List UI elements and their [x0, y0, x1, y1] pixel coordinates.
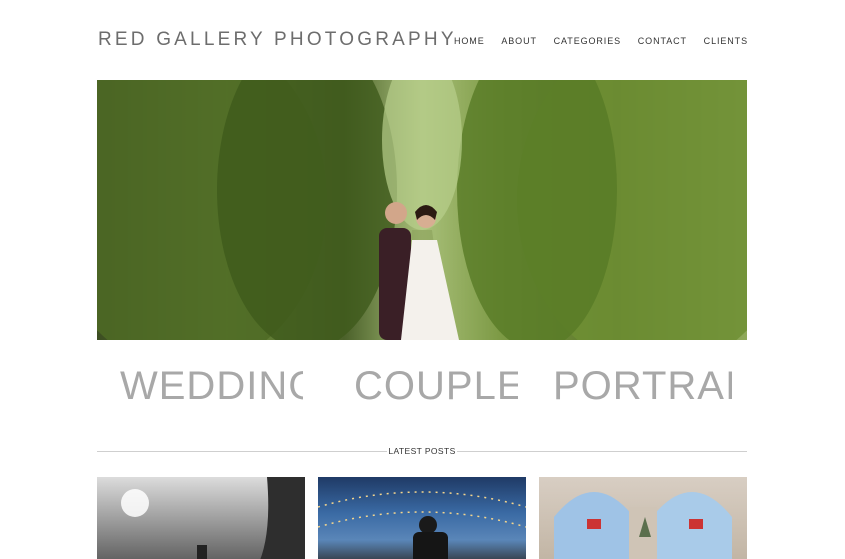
category-portraits[interactable]: PORTRAITS [553, 362, 732, 412]
post-thumbnail[interactable] [97, 477, 305, 559]
latest-posts-divider: LATEST POSTS [97, 446, 747, 458]
post-thumbnail[interactable] [539, 477, 747, 559]
post-thumbnail[interactable] [318, 477, 526, 559]
main-nav: HOME ABOUT CATEGORIES CONTACT CLIENTS [454, 36, 748, 46]
category-row: WEDDINGS COUPLES PORTRAITS [98, 362, 748, 412]
hero-image [97, 80, 747, 340]
nav-clients[interactable]: CLIENTS [704, 36, 748, 46]
site-title[interactable]: RED GALLERY PHOTOGRAPHY [98, 29, 457, 51]
divider-line-right [457, 451, 747, 452]
category-weddings[interactable]: WEDDINGS [120, 362, 303, 412]
nav-about[interactable]: ABOUT [501, 36, 537, 46]
nav-home[interactable]: HOME [454, 36, 485, 46]
category-couples[interactable]: COUPLES [354, 362, 518, 412]
nav-categories[interactable]: CATEGORIES [554, 36, 621, 46]
nav-contact[interactable]: CONTACT [638, 36, 687, 46]
